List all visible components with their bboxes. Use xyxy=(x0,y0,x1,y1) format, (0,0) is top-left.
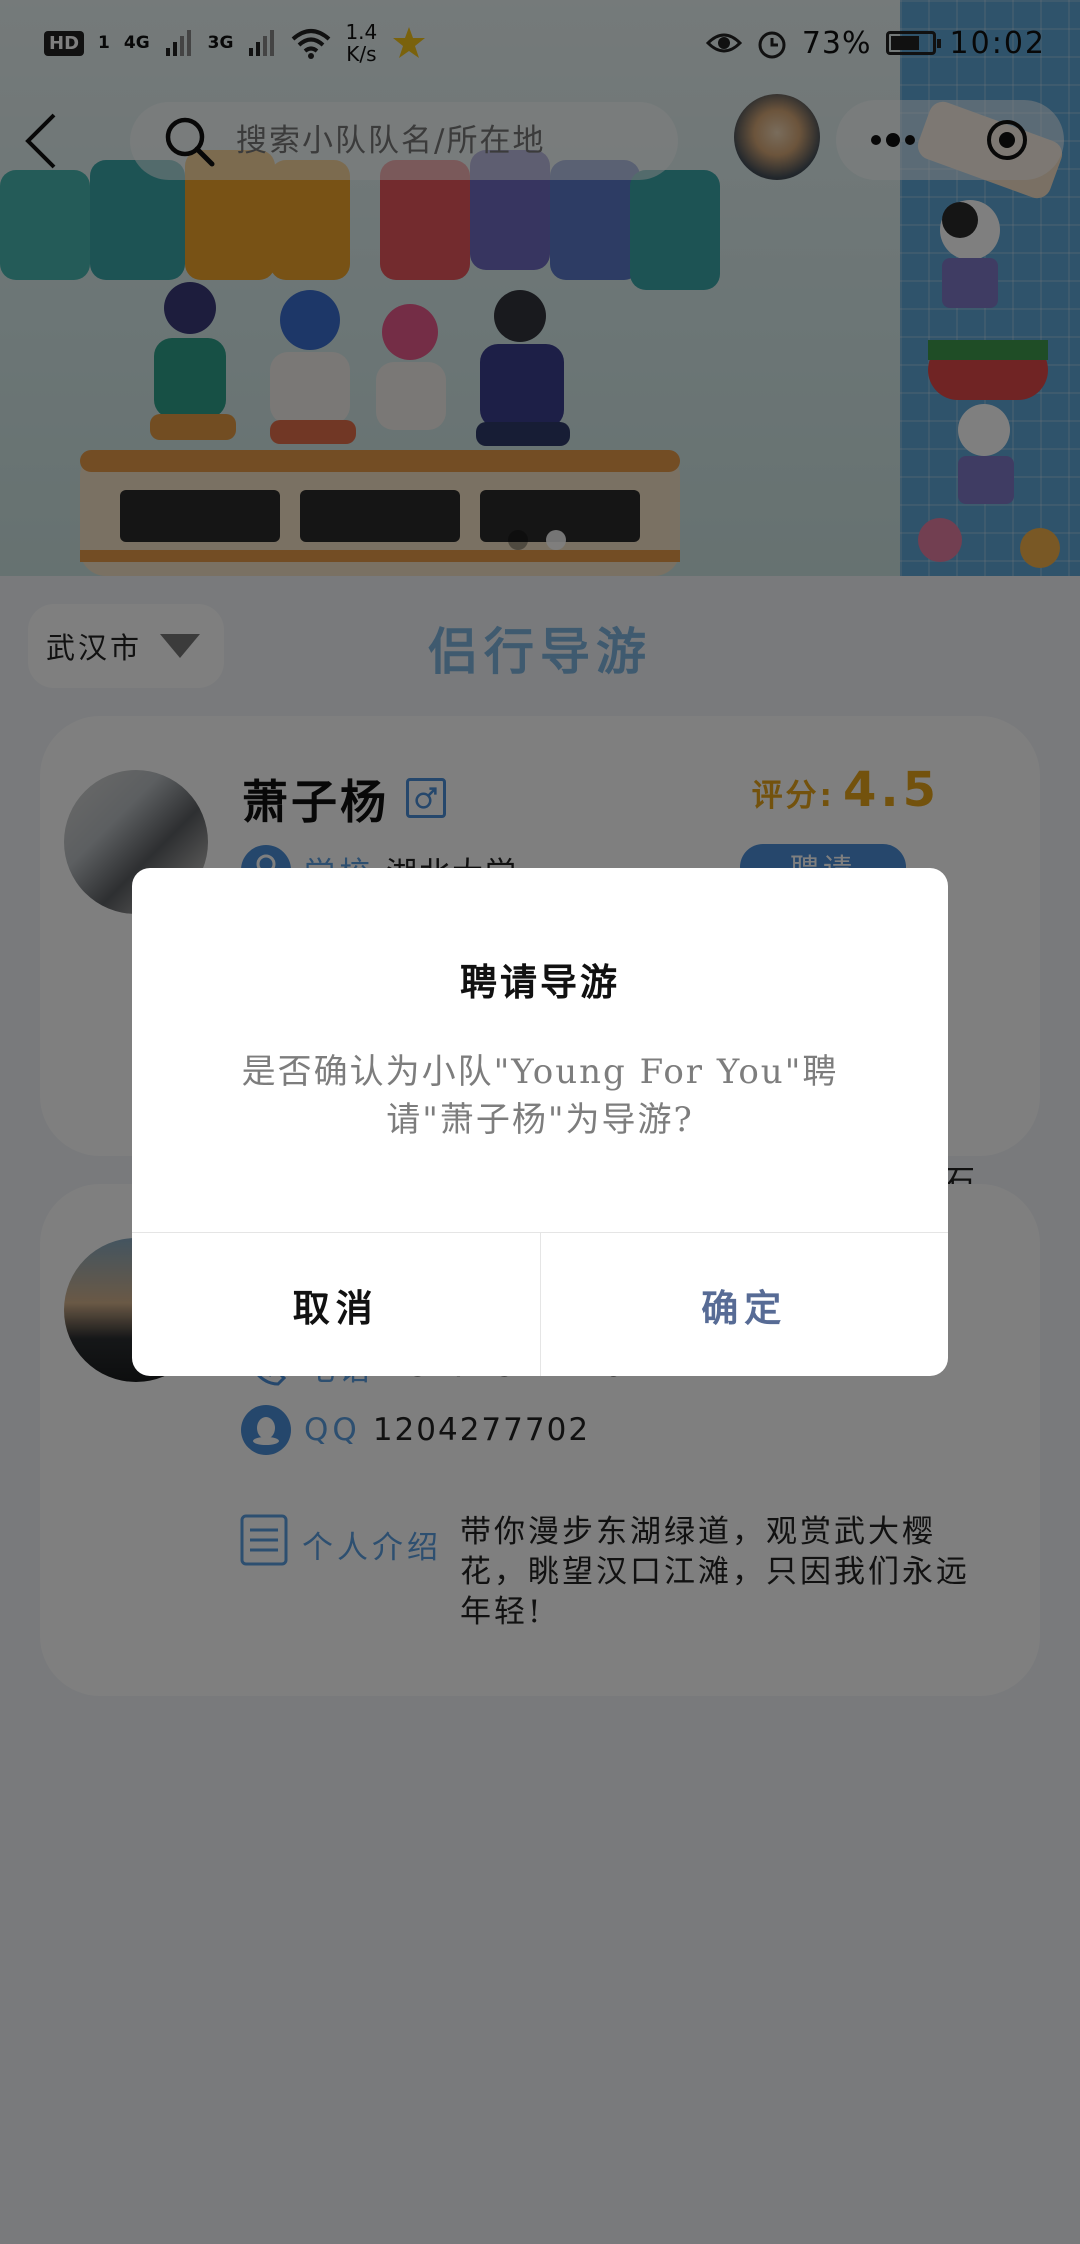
dialog-actions: 取消 确定 xyxy=(132,1232,948,1376)
cancel-button[interactable]: 取消 xyxy=(132,1233,541,1376)
dialog-message: 是否确认为小队"Young For You"聘请"萧子杨"为导游? xyxy=(241,1052,839,1140)
page: HD 1 4G 3G 1.4 K/s 73% 10:02 xyxy=(0,0,1080,2244)
confirm-button[interactable]: 确定 xyxy=(541,1233,949,1376)
dialog-title: 聘请导游 xyxy=(460,960,620,1004)
confirm-dialog: 聘请导游 是否确认为小队"Young For You"聘请"萧子杨"为导游? 取… xyxy=(132,868,948,1376)
